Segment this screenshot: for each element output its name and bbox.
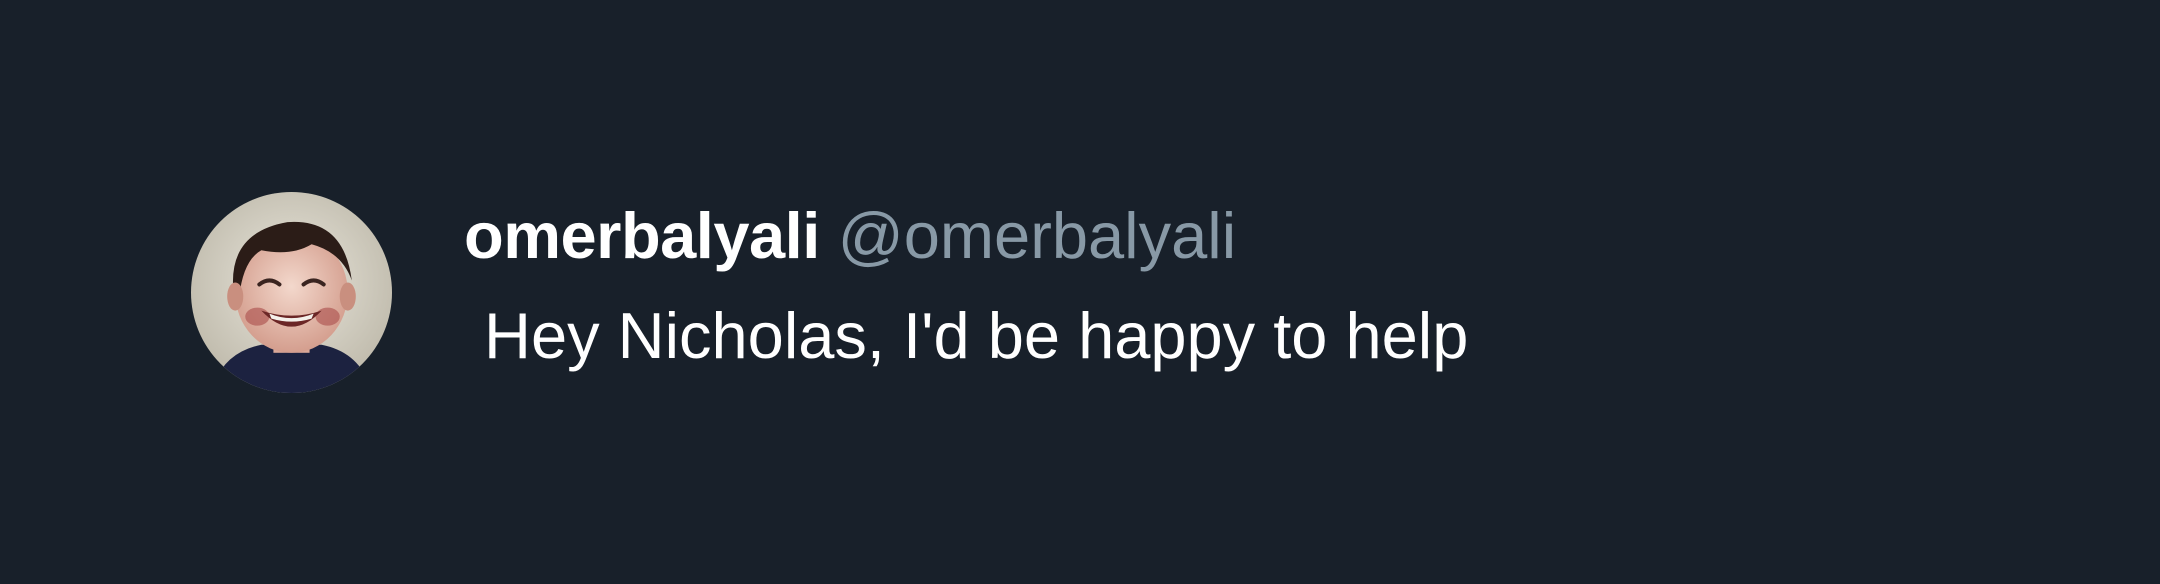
profile-photo-avatar-icon bbox=[191, 192, 392, 393]
avatar[interactable] bbox=[191, 192, 392, 393]
tweet-card: omerbalyali @omerbalyali Hey Nicholas, I… bbox=[0, 0, 2160, 584]
author-line: omerbalyali @omerbalyali bbox=[464, 196, 1236, 276]
tweet-text: Hey Nicholas, I'd be happy to help bbox=[484, 299, 1469, 372]
user-handle[interactable]: @omerbalyali bbox=[838, 196, 1236, 276]
display-name[interactable]: omerbalyali bbox=[464, 196, 820, 276]
